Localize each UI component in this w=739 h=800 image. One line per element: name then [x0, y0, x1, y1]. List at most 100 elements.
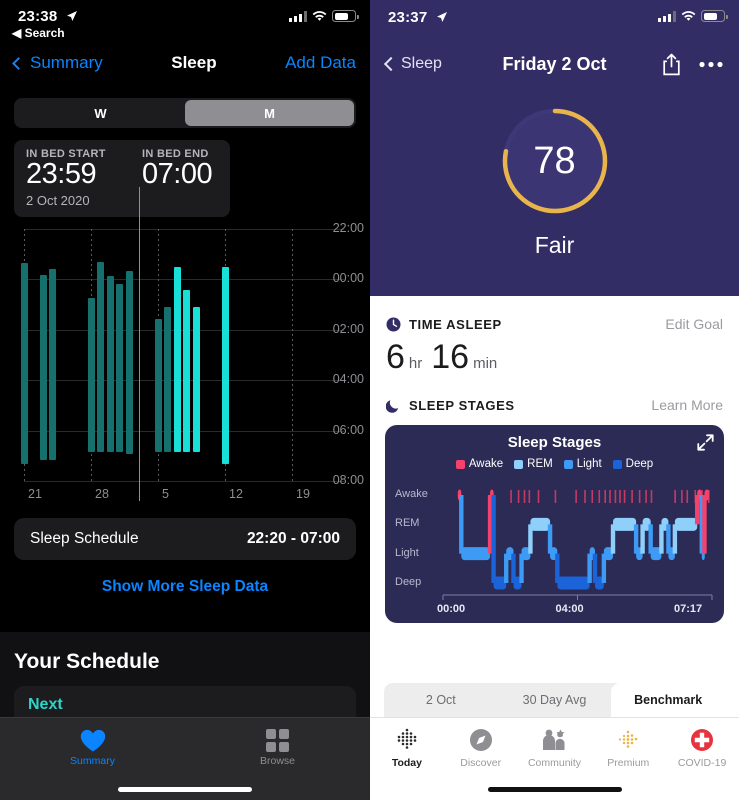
time-asleep-header: TIME ASLEEP Edit Goal — [370, 316, 739, 332]
sleep-stages-chart-card[interactable]: Sleep Stages Awake REM Light Deep Awake REM L… — [385, 425, 724, 623]
hypnogram-awake-tick — [575, 490, 577, 503]
chart-bar[interactable] — [164, 306, 172, 452]
hypnogram-awake-tick — [510, 490, 512, 503]
show-more-sleep-data-link[interactable]: Show More Sleep Data — [0, 578, 370, 596]
time-asleep-hours-unit: hr — [408, 355, 423, 372]
edit-goal-button[interactable]: Edit Goal — [665, 316, 723, 332]
expand-icon[interactable] — [697, 434, 714, 451]
chart-bar[interactable] — [125, 271, 133, 454]
range-segmented-control[interactable]: W M — [14, 98, 356, 128]
battery-icon — [332, 10, 359, 22]
x-tick-label: 12 — [229, 487, 243, 501]
time-asleep-minutes-unit: min — [473, 355, 498, 372]
in-bed-start-value: 23:59 — [26, 158, 97, 190]
status-indicators — [289, 10, 359, 22]
back-button-right[interactable]: Sleep — [383, 55, 442, 73]
hypnogram-awake-tick — [604, 490, 606, 503]
apple-health-sleep-screen: 23:38 ◀ Search Summary Sleep Add Data W … — [0, 0, 370, 800]
legend-swatch — [455, 459, 465, 469]
hypnogram-segment — [530, 517, 551, 531]
hypnogram-x-label: 07:17 — [674, 603, 703, 615]
hypnogram-awake-tick — [523, 490, 526, 503]
chart-bar[interactable] — [183, 289, 191, 452]
compass-icon — [469, 729, 492, 751]
location-arrow-icon — [437, 12, 447, 22]
home-indicator — [118, 787, 252, 792]
legend-item: Light — [563, 458, 602, 470]
chart-bar[interactable] — [39, 275, 47, 460]
chevron-left-icon — [12, 56, 25, 70]
tab-today-label: Today — [391, 757, 422, 769]
y-tick-label: 04:00 — [332, 372, 364, 387]
tab-today[interactable]: Today — [370, 718, 444, 800]
your-schedule-next-label: Next — [28, 696, 63, 713]
time-asleep-hours: 6 — [386, 338, 405, 376]
location-arrow-icon — [67, 11, 77, 21]
add-data-button[interactable]: Add Data — [285, 53, 356, 73]
chart-cursor[interactable] — [138, 187, 141, 501]
chart-bar[interactable] — [106, 276, 114, 452]
time-asleep-value: 6 hr 16 min — [370, 338, 739, 377]
hypnogram-awake-tick — [554, 490, 557, 503]
tab-benchmark[interactable]: Benchmark — [611, 683, 726, 717]
legend-item: REM — [514, 458, 553, 470]
bar-chart-plot[interactable] — [20, 187, 344, 501]
hypnogram-awake-tick — [674, 490, 676, 503]
back-button[interactable]: Summary — [12, 53, 103, 73]
your-schedule-title: Your Schedule — [14, 650, 160, 673]
navigation-bar: Summary Sleep Add Data — [0, 40, 370, 86]
hypnogram-connector — [459, 495, 464, 554]
x-tick-label: 21 — [28, 487, 42, 501]
tab-2-oct[interactable]: 2 Oct — [384, 683, 498, 717]
chart-bar[interactable] — [154, 319, 162, 452]
clock-icon — [386, 317, 401, 332]
sleep-score-ring: 78 — [497, 103, 613, 219]
grid-icon — [265, 729, 289, 752]
tab-30-day-avg[interactable]: 30 Day Avg — [498, 683, 612, 717]
sleep-schedule-row[interactable]: Sleep Schedule 22:20 - 07:00 — [14, 518, 356, 560]
status-back-app[interactable]: ◀ Search — [12, 26, 65, 40]
fitbit-tab-bar[interactable]: Today Discover Community Premium COVID-1… — [370, 717, 739, 800]
hypnogram-plot[interactable]: Awake REM Light Deep 00:00 04:00 07:17 — [385, 483, 724, 623]
fitbit-view-tabs[interactable]: 2 Oct 30 Day Avg Benchmark — [370, 683, 739, 717]
tab-covid19[interactable]: COVID-19 — [665, 718, 739, 800]
sleep-score-hero: 23:37 Sleep Friday 2 Oct 78 Fair — [370, 0, 739, 296]
hypnogram-awake-tick — [619, 490, 621, 503]
segment-week[interactable]: W — [16, 100, 185, 126]
chart-bar[interactable] — [192, 306, 200, 452]
chart-bar[interactable] — [49, 268, 57, 460]
back-button-label-right: Sleep — [401, 55, 442, 72]
learn-more-button[interactable]: Learn More — [651, 397, 723, 413]
chart-bar[interactable] — [87, 298, 95, 452]
hypnogram-connector — [702, 495, 707, 554]
hypnogram-segment — [674, 517, 698, 531]
hypnogram-awake-tick — [614, 490, 617, 503]
chart-bar[interactable] — [20, 262, 28, 465]
chart-bar[interactable] — [116, 284, 124, 452]
chart-bar[interactable] — [173, 266, 181, 452]
sleep-bar-chart[interactable]: 22:00 00:00 02:00 04:00 06:00 08:00 21 28 5 12 19 — [0, 187, 370, 504]
sleep-stages-chart-title: Sleep Stages — [507, 434, 602, 451]
chart-bar[interactable] — [221, 266, 229, 465]
y-tick-label: 02:00 — [332, 321, 364, 336]
legend-swatch — [612, 459, 622, 469]
share-icon[interactable] — [662, 53, 681, 76]
premium-dots-icon — [619, 730, 638, 748]
hypnogram-y-label: Deep — [395, 576, 422, 588]
sleep-score-value: 78 — [533, 139, 576, 182]
health-tab-bar[interactable]: Summary Browse — [0, 717, 370, 800]
hypnogram-segment — [704, 489, 710, 501]
hypnogram-y-label: Awake — [395, 488, 428, 500]
more-dots-icon[interactable] — [699, 61, 723, 68]
wifi-icon — [681, 10, 696, 21]
signal-bars-icon — [289, 10, 307, 22]
sleep-stages-header: SLEEP STAGES Learn More — [370, 397, 739, 413]
x-tick-label: 19 — [296, 487, 310, 501]
sleep-score-label: Fair — [534, 232, 575, 258]
hypnogram-awake-tick — [537, 490, 540, 503]
tab-premium-label: Premium — [607, 757, 650, 769]
segment-month[interactable]: M — [185, 100, 354, 126]
y-gridline — [24, 481, 344, 482]
dots-diamond-icon — [397, 728, 417, 749]
chart-bar[interactable] — [97, 261, 105, 452]
